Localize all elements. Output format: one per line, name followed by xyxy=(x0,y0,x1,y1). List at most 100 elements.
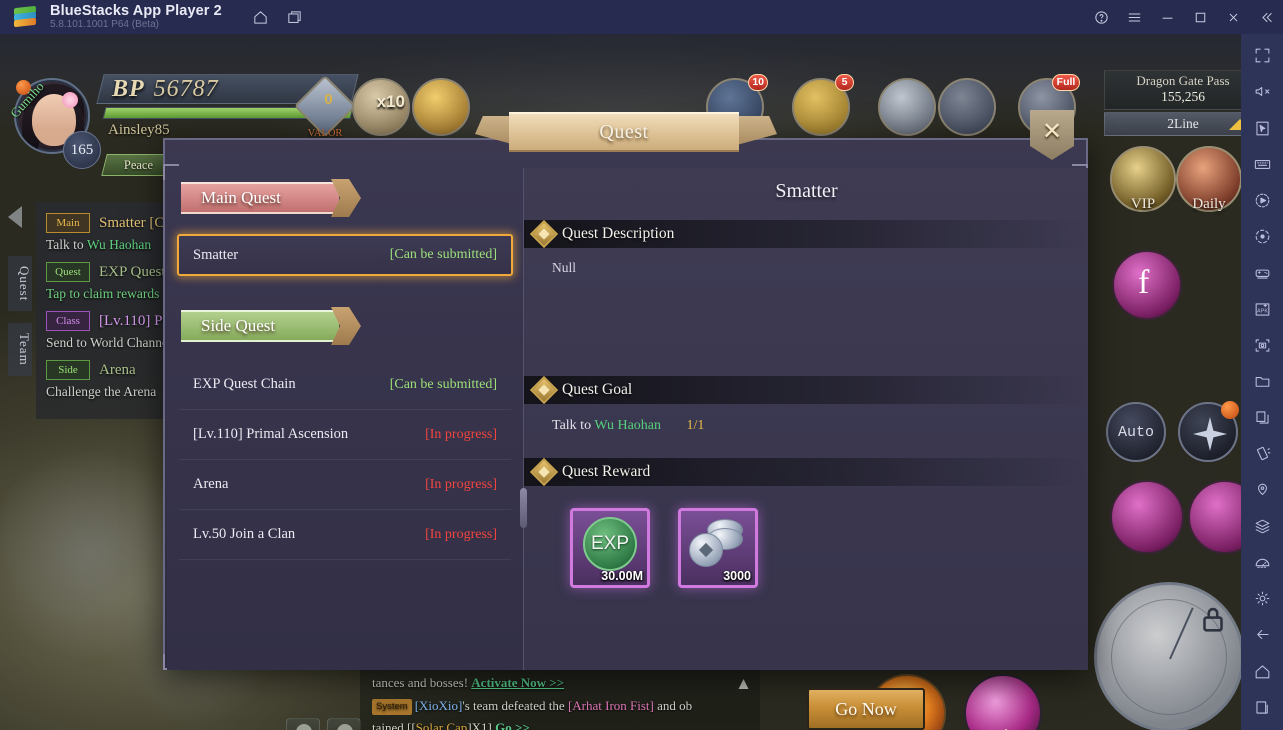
chat-text: tances and bosses! xyxy=(372,675,472,690)
copy-icon[interactable] xyxy=(1245,404,1279,431)
gamepad-icon[interactable] xyxy=(1245,259,1279,286)
vip-label: VIP xyxy=(1130,196,1156,212)
help-icon[interactable] xyxy=(1085,0,1118,34)
chevron-up-icon[interactable]: ▲ xyxy=(735,674,752,694)
silver-reward-slot[interactable]: 3000 xyxy=(678,508,758,588)
quest-name: Smatter xyxy=(193,246,239,263)
skill-orb-1[interactable] xyxy=(1110,480,1184,554)
home-icon[interactable] xyxy=(244,2,278,32)
quest-list-item-smatter[interactable]: Smatter [Can be submitted] xyxy=(177,234,513,276)
exp-quantity: 30.00M xyxy=(601,569,643,583)
side-quest-tab[interactable]: Side Quest xyxy=(181,307,361,345)
chat-item-name: Solar Cap xyxy=(415,720,468,730)
dragon-gate-pass-panel[interactable]: Dragon Gate Pass 155,256 xyxy=(1104,70,1241,110)
bp-value: 56787 xyxy=(153,75,219,102)
go-now-button[interactable]: Go Now xyxy=(807,688,925,730)
minimize-icon[interactable] xyxy=(1151,0,1184,34)
quest-status: [Can be submitted] xyxy=(389,376,497,392)
exp-label: EXP xyxy=(590,533,630,554)
silver-coins-icon xyxy=(689,519,747,569)
knock-out-skill-button[interactable]: Knock Out xyxy=(964,674,1043,730)
vertical-tab-quest[interactable]: Quest xyxy=(8,256,32,312)
auto-label: Auto xyxy=(1117,423,1154,441)
compass-star-icon xyxy=(1193,417,1227,451)
layers-icon[interactable] xyxy=(1245,513,1279,540)
go-now-label: Go Now xyxy=(835,698,897,719)
quest-reward-header: Quest Reward xyxy=(524,457,1088,487)
chat-text: tained [[ xyxy=(372,720,416,730)
mute-icon[interactable] xyxy=(1245,78,1279,105)
line-selector[interactable]: 2Line xyxy=(1104,112,1241,136)
quest-dialog-title: Quest xyxy=(599,120,649,143)
install-apk-icon[interactable]: APK xyxy=(1245,295,1279,322)
move-button[interactable] xyxy=(1178,401,1239,462)
chat-link-activate[interactable]: Activate Now >> xyxy=(471,675,564,690)
fullscreen-icon[interactable] xyxy=(1245,42,1279,69)
tracker-tag: Main xyxy=(46,213,90,233)
vip-button[interactable]: VIP xyxy=(1110,146,1176,212)
quest-dialog: Main Quest Smatter [Can be submitted] Si… xyxy=(163,110,1088,730)
friend-chat-button[interactable]: Friend xyxy=(286,718,320,730)
chat-link-go[interactable]: Go >> xyxy=(495,720,530,730)
exp-orb-icon: EXP xyxy=(583,517,637,571)
quest-goal-row: Talk to Wu Haohan 1/1 xyxy=(524,404,1088,434)
quest-status: [Can be submitted] xyxy=(389,247,497,262)
tracker-collapse-icon[interactable] xyxy=(8,206,34,232)
folder-icon[interactable] xyxy=(1245,368,1279,395)
back-icon[interactable] xyxy=(1245,621,1279,648)
chat-panel[interactable]: tances and bosses! Activate Now >> Syste… xyxy=(360,670,760,730)
main-quest-tab[interactable]: Main Quest xyxy=(181,179,361,217)
chat-line: tances and bosses! Activate Now >> xyxy=(360,670,760,693)
daily-button[interactable]: Daily xyxy=(1176,146,1241,212)
quest-dialog-banner: Quest xyxy=(509,112,739,152)
peace-mode-label: Peace xyxy=(124,157,154,172)
rotate-icon[interactable] xyxy=(1245,223,1279,250)
cursor-icon[interactable] xyxy=(1245,114,1279,141)
lock-icon[interactable] xyxy=(1196,602,1230,636)
quest-list-item-join-a-clan[interactable]: Lv.50 Join a Clan [In progress] xyxy=(179,510,511,560)
location-icon[interactable] xyxy=(1245,476,1279,503)
vertical-tab-team[interactable]: Team xyxy=(8,323,32,377)
chevron-up-icon xyxy=(1229,119,1241,130)
quest-dialog-body: Main Quest Smatter [Can be submitted] Si… xyxy=(163,138,1088,730)
menu-icon[interactable] xyxy=(1118,0,1151,34)
diamond-icon xyxy=(529,457,559,487)
collapse-sidebar-icon[interactable] xyxy=(1250,0,1283,34)
keyboard-icon[interactable] xyxy=(1245,151,1279,178)
close-icon[interactable] xyxy=(1217,0,1250,34)
settings-icon[interactable] xyxy=(1245,585,1279,612)
tracker-tag: Class xyxy=(46,311,90,331)
hud-icon-gift-count: x10 xyxy=(376,92,405,111)
quest-description-header: Quest Description xyxy=(524,219,1088,249)
quest-list-item-arena[interactable]: Arena [In progress] xyxy=(179,460,511,510)
multi-instance-icon[interactable] xyxy=(278,2,312,32)
record-macro-icon[interactable] xyxy=(1245,187,1279,214)
shake-icon[interactable] xyxy=(1245,440,1279,467)
hud-icon-treasure-badge: 5 xyxy=(835,74,854,91)
player-name: Ainsley85 xyxy=(108,122,170,138)
tracker-sub-text: Talk to xyxy=(46,237,87,252)
hud-orb-facebook[interactable]: f xyxy=(1112,250,1182,320)
recents-icon[interactable] xyxy=(1245,694,1279,721)
dragon-gate-pass-value: 155,256 xyxy=(1161,89,1205,104)
close-label: ✕ xyxy=(1041,119,1063,145)
tracker-sub-npc: Wu Haohan xyxy=(86,237,152,252)
quest-list-item-primal-ascension[interactable]: [Lv.110] Primal Ascension [In progress] xyxy=(179,410,511,460)
character-level: 165 xyxy=(63,131,101,169)
line-label: 2Line xyxy=(1167,116,1199,131)
screenshot-icon[interactable] xyxy=(1245,332,1279,359)
auto-button[interactable]: Auto xyxy=(1106,402,1166,462)
app-version: 5.8.101.1001 P64 (Beta) xyxy=(50,19,159,31)
eco-mode-icon[interactable] xyxy=(1245,549,1279,576)
home-icon[interactable] xyxy=(1245,657,1279,684)
quest-list-scrollbar[interactable] xyxy=(520,488,527,528)
chat-channel-buttons: Friend World xyxy=(286,718,361,730)
left-vertical-tabs: Quest Team xyxy=(8,256,32,388)
maximize-icon[interactable] xyxy=(1184,0,1217,34)
exp-reward-slot[interactable]: EXP 30.00M xyxy=(570,508,650,588)
window-controls xyxy=(1085,0,1283,34)
world-chat-button[interactable]: World xyxy=(327,718,361,730)
quest-name: Arena xyxy=(193,476,229,492)
quest-list-item-exp-quest-chain[interactable]: EXP Quest Chain [Can be submitted] xyxy=(179,360,511,410)
window-titlebar: BlueStacks App Player 2 5.8.101.1001 P64… xyxy=(0,0,1283,34)
